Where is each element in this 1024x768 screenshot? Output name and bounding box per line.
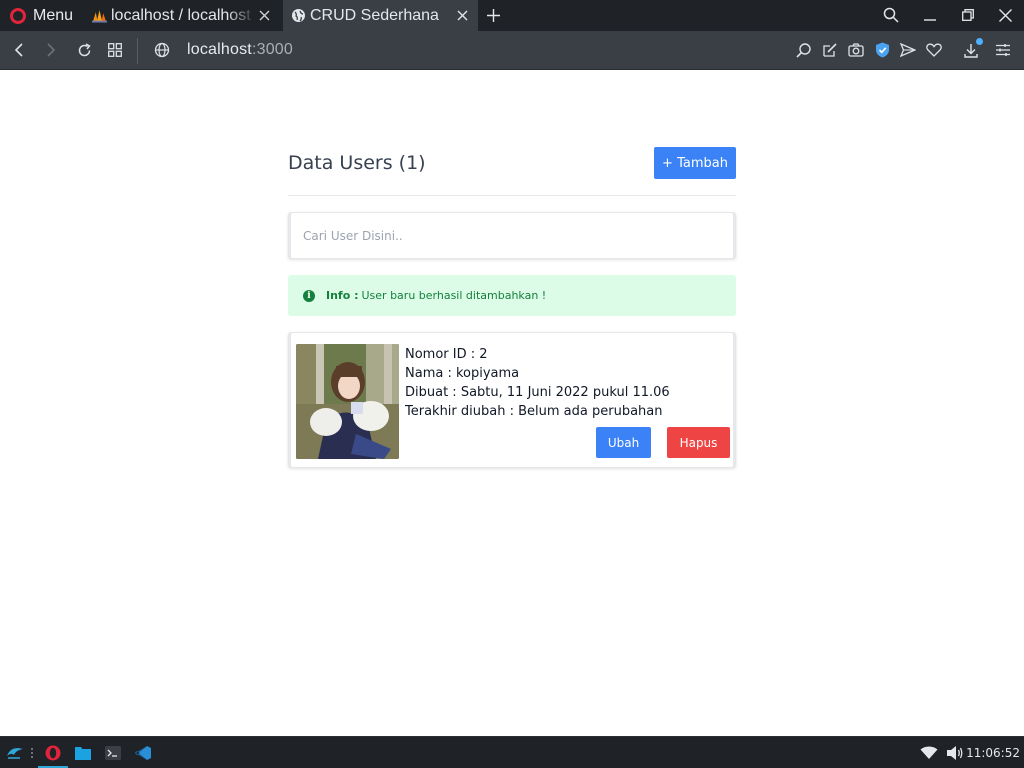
send-icon[interactable] xyxy=(899,41,917,59)
header-divider xyxy=(288,195,736,196)
minimize-icon[interactable] xyxy=(919,5,941,25)
info-icon: i xyxy=(303,289,315,302)
user-card: Nomor ID : 2 Nama : kopiyama Dibuat : Sa… xyxy=(288,332,736,468)
alert-label: Info : xyxy=(326,289,359,302)
back-icon[interactable] xyxy=(10,41,28,59)
taskbar-handle-icon xyxy=(27,744,37,762)
browser-menu-button[interactable]: Menu xyxy=(0,0,83,31)
camera-icon[interactable] xyxy=(847,41,865,59)
browser-toolbar: localhost:3000 xyxy=(0,31,1024,70)
user-updated: Terakhir diubah : Belum ada perubahan xyxy=(405,404,663,419)
alert-message: User baru berhasil ditambahkan ! xyxy=(361,289,547,302)
vscode-icon[interactable] xyxy=(134,744,152,762)
info-alert: i Info : User baru berhasil ditambahkan … xyxy=(288,275,736,316)
close-window-icon[interactable] xyxy=(994,5,1016,25)
phpmyadmin-icon xyxy=(92,8,107,23)
browser-tab-strip: Menu localhost / localhost CRUD Sederhan… xyxy=(0,0,1024,31)
toolbar-divider xyxy=(137,38,138,64)
speed-dial-icon[interactable] xyxy=(106,41,124,59)
user-name: Nama : kopiyama xyxy=(405,366,520,381)
close-icon[interactable] xyxy=(454,8,470,24)
tab-phpmyadmin[interactable]: localhost / localhost xyxy=(84,0,280,31)
download-badge xyxy=(976,38,983,45)
browser-menu-label: Menu xyxy=(33,6,74,24)
restore-icon[interactable] xyxy=(957,5,979,25)
site-globe-icon[interactable] xyxy=(153,41,171,59)
new-tab-plus-icon[interactable] xyxy=(483,5,503,25)
user-id: Nomor ID : 2 xyxy=(405,347,488,362)
page-title: Data Users (1) xyxy=(288,152,426,174)
easy-setup-icon[interactable] xyxy=(994,41,1012,59)
delete-user-button[interactable]: Hapus xyxy=(667,427,730,458)
tab-title: CRUD Sederhana xyxy=(310,6,439,24)
page-header: Data Users (1) + Tambah xyxy=(288,147,736,180)
heart-icon[interactable] xyxy=(925,41,943,59)
user-details: Nomor ID : 2 Nama : kopiyama Dibuat : Sa… xyxy=(405,345,670,421)
address-field[interactable]: localhost:3000 xyxy=(187,41,293,59)
url-host: localhost xyxy=(187,41,252,58)
user-photo xyxy=(296,344,399,459)
terminal-icon[interactable] xyxy=(104,744,122,762)
add-user-button[interactable]: + Tambah xyxy=(654,147,736,179)
url-port: :3000 xyxy=(251,41,293,58)
opera-browser-icon[interactable] xyxy=(44,744,62,762)
search-box xyxy=(288,212,736,259)
forward-icon[interactable] xyxy=(42,41,60,59)
close-icon[interactable] xyxy=(256,8,272,24)
search-tabs-icon[interactable] xyxy=(880,5,902,25)
user-created: Dibuat : Sabtu, 11 Juni 2022 pukul 11.06 xyxy=(405,385,670,400)
wifi-icon[interactable] xyxy=(920,744,938,762)
edit-user-button[interactable]: Ubah xyxy=(596,427,651,458)
tab-title: localhost / localhost xyxy=(111,6,251,24)
system-menu-icon[interactable] xyxy=(6,744,24,762)
page-content: Data Users (1) + Tambah i Info : User ba… xyxy=(0,70,1024,736)
tab-crud-sederhana[interactable]: CRUD Sederhana xyxy=(283,0,478,31)
zoom-search-icon[interactable] xyxy=(795,41,813,59)
file-manager-icon[interactable] xyxy=(74,744,92,762)
system-clock[interactable]: 11:06:52 xyxy=(966,746,1020,760)
volume-icon[interactable] xyxy=(946,744,964,762)
reload-icon[interactable] xyxy=(75,41,93,59)
globe-icon xyxy=(291,8,306,23)
search-input[interactable] xyxy=(289,213,735,258)
os-taskbar: 11:06:52 xyxy=(0,736,1024,768)
edit-snapshot-icon[interactable] xyxy=(821,41,839,59)
opera-logo-icon xyxy=(10,7,26,24)
vpn-shield-icon[interactable] xyxy=(873,41,891,59)
